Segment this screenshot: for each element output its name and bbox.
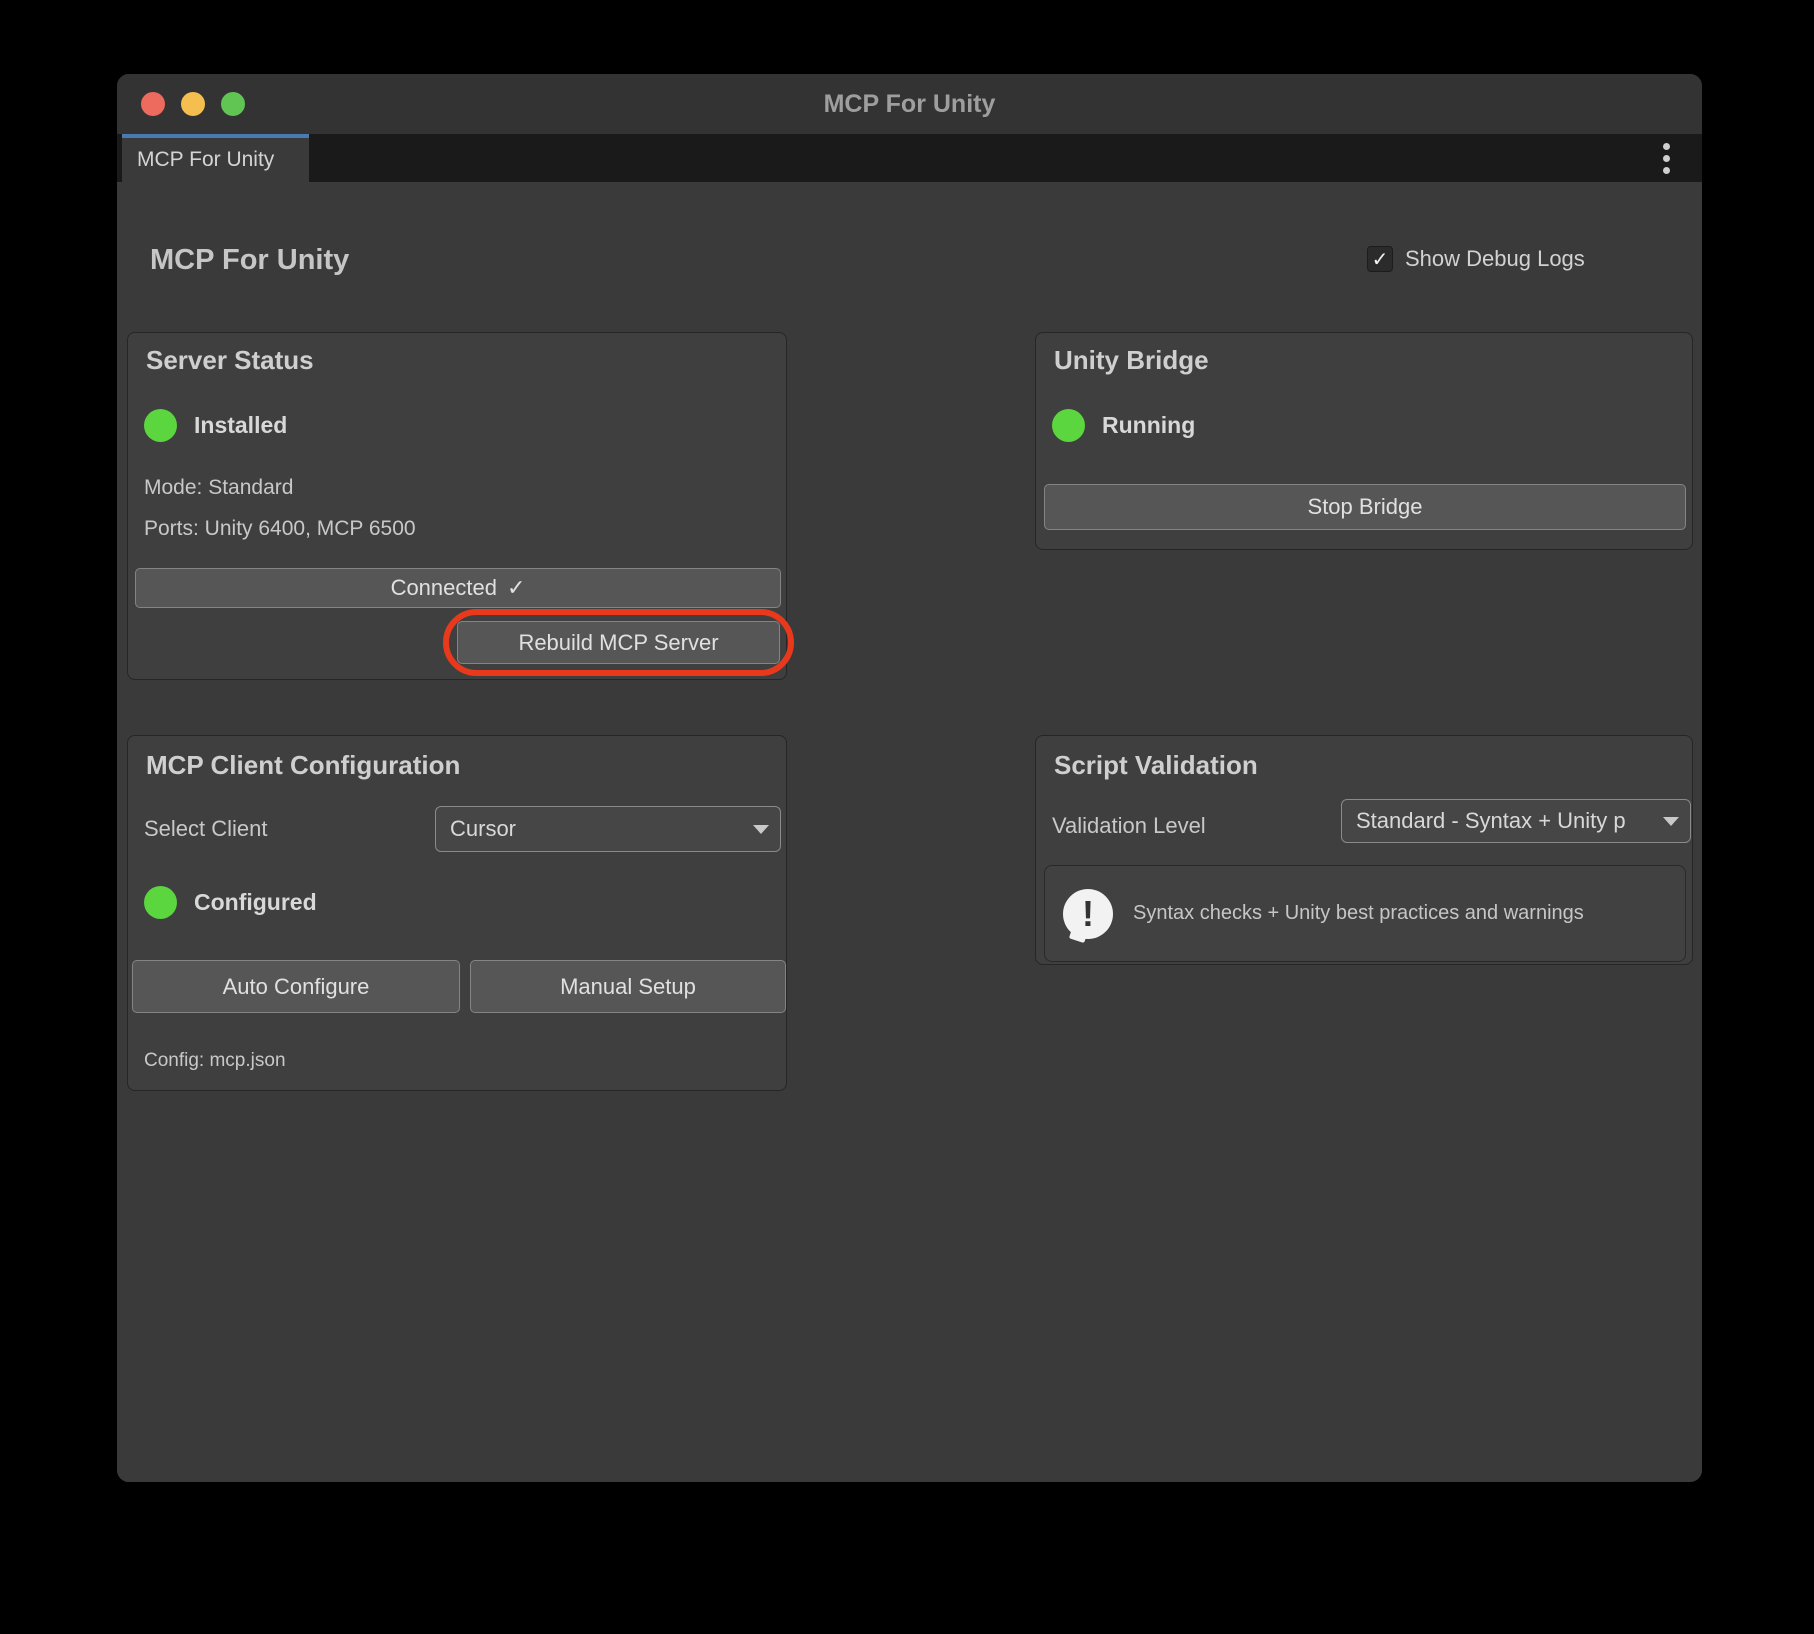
connected-button[interactable]: Connected ✓ [135,568,781,608]
rebuild-mcp-server-button[interactable]: Rebuild MCP Server [457,621,780,664]
validation-level-dropdown-value: Standard - Syntax + Unity p [1342,808,1664,834]
mode-line: Mode: Standard [144,476,293,500]
script-validation-title: Script Validation [1054,750,1258,781]
kebab-menu-icon[interactable] [1656,134,1676,182]
bridge-status-row: Running [1052,409,1195,442]
client-dropdown-value: Cursor [436,816,554,842]
unity-bridge-title: Unity Bridge [1054,345,1209,376]
validation-level-label: Validation Level [1052,813,1206,839]
validation-level-dropdown[interactable]: Standard - Syntax + Unity p [1341,799,1691,843]
status-dot [1052,409,1085,442]
editor-content: MCP For Unity ✓ Show Debug Logs Server S… [117,182,1702,1482]
show-debug-logs-toggle[interactable]: ✓ Show Debug Logs [1367,246,1585,272]
info-bubble-icon: ! [1063,889,1115,939]
stop-bridge-button[interactable]: Stop Bridge [1044,484,1686,530]
tab-mcp-for-unity[interactable]: MCP For Unity [122,134,309,182]
check-icon: ✓ [507,575,525,601]
chevron-down-icon [1663,817,1679,826]
client-dropdown[interactable]: Cursor [435,806,781,852]
manual-setup-button[interactable]: Manual Setup [470,960,786,1013]
auto-configure-button[interactable]: Auto Configure [132,960,460,1013]
server-status-row: Installed [144,409,287,442]
config-path-line: Config: mcp.json [144,1050,286,1072]
select-client-label: Select Client [144,816,268,842]
checkbox-checked-icon[interactable]: ✓ [1367,246,1393,272]
status-dot [144,886,177,919]
validation-info-box: ! Syntax checks + Unity best practices a… [1044,865,1686,962]
status-dot [144,409,177,442]
tab-label: MCP For Unity [137,148,274,172]
mcp-client-configuration-title: MCP Client Configuration [146,750,460,781]
server-status-label: Installed [194,412,287,439]
bridge-status-label: Running [1102,412,1195,439]
unity-bridge-panel: Unity Bridge Running Stop Bridge [1035,332,1693,550]
validation-info-text: Syntax checks + Unity best practices and… [1133,902,1584,925]
server-status-panel: Server Status Installed Mode: Standard P… [127,332,787,680]
show-debug-logs-label: Show Debug Logs [1405,246,1585,272]
tab-bar: MCP For Unity [117,134,1702,182]
chevron-down-icon [753,825,769,834]
page-title: MCP For Unity [150,244,349,277]
check-icon: ✓ [1372,247,1389,272]
client-status-label: Configured [194,889,317,916]
mcp-client-configuration-panel: MCP Client Configuration Select Client C… [127,735,787,1091]
window-title: MCP For Unity [117,74,1702,134]
script-validation-panel: Script Validation Validation Level Stand… [1035,735,1693,965]
titlebar: MCP For Unity [117,74,1702,134]
ports-line: Ports: Unity 6400, MCP 6500 [144,517,416,541]
server-status-title: Server Status [146,345,314,376]
app-window: MCP For Unity MCP For Unity MCP For Unit… [117,74,1702,1482]
client-status-row: Configured [144,886,317,919]
